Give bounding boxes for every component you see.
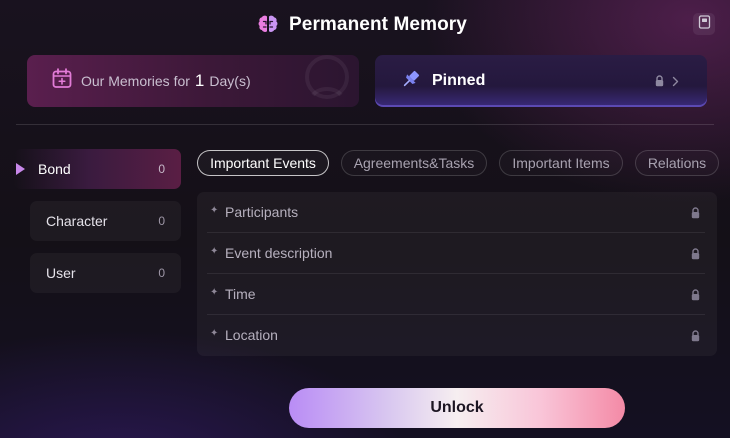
tab-relations[interactable]: Relations [635,150,719,176]
memories-suffix: Day(s) [209,73,251,89]
memories-prefix: Our Memories for [81,73,190,89]
pinned-label: Pinned [432,72,486,89]
sparkle-icon: ✦ [210,246,219,257]
field-label: Location [225,327,278,343]
pinned-row: Pinned [401,69,485,93]
lock-icon [691,247,700,265]
brain-icon [256,13,280,37]
field-label: Time [225,286,256,302]
memories-label: Our Memories for 1 Day(s) [81,71,251,91]
divider [16,124,714,125]
pushpin-icon [401,69,421,94]
sparkle-icon: ✦ [210,205,219,216]
lock-icon [691,329,700,347]
lock-icon [655,74,664,92]
page-title: Permanent Memory [289,14,467,35]
field-label: Event description [225,245,333,261]
field-label: Participants [225,204,299,220]
title-group: Permanent Memory [256,12,467,38]
lock-icon [691,288,700,306]
lock-icon [691,206,700,224]
sparkle-icon: ✦ [210,328,219,339]
memories-day-count: 1 [194,71,205,90]
tab-agreements-tasks[interactable]: Agreements&Tasks [341,150,487,176]
sidebar-item-label: Character [46,213,108,229]
sidebar-item-character[interactable]: Character 0 [30,201,181,241]
sidebar-item-count: 0 [158,266,165,280]
pinned-card[interactable]: Pinned [375,55,707,107]
sidebar-item-label: Bond [38,161,71,177]
sidebar-item-count: 0 [158,214,165,228]
field-row-time[interactable]: ✦ Time [207,274,705,315]
unlock-button-label: Unlock [430,399,484,416]
sidebar-item-bond[interactable]: Bond 0 [14,149,181,189]
notebook-button[interactable] [693,13,715,35]
field-row-participants[interactable]: ✦ Participants [207,192,705,233]
sidebar-item-count: 0 [158,162,165,176]
memories-card[interactable]: Our Memories for 1 Day(s) [27,55,359,107]
tab-important-events[interactable]: Important Events [197,150,329,176]
unlock-button[interactable]: Unlock [289,388,625,428]
book-icon [698,14,711,34]
calendar-icon [52,68,72,94]
header: Permanent Memory [0,0,730,50]
field-row-event-description[interactable]: ✦ Event description [207,233,705,274]
sparkle-icon: ✦ [210,287,219,298]
memories-row: Our Memories for 1 Day(s) [52,68,251,94]
chevron-right-icon [672,74,679,92]
sidebar-item-user[interactable]: User 0 [30,253,181,293]
pinned-status [655,74,679,92]
sidebar-item-label: User [46,265,76,281]
fields-panel: ✦ Participants ✦ Event description ✦ Tim… [197,192,717,356]
decorative-watermark [305,55,349,99]
field-row-location[interactable]: ✦ Location [207,315,705,356]
play-arrow-icon [16,163,25,175]
tab-important-items[interactable]: Important Items [499,150,623,176]
